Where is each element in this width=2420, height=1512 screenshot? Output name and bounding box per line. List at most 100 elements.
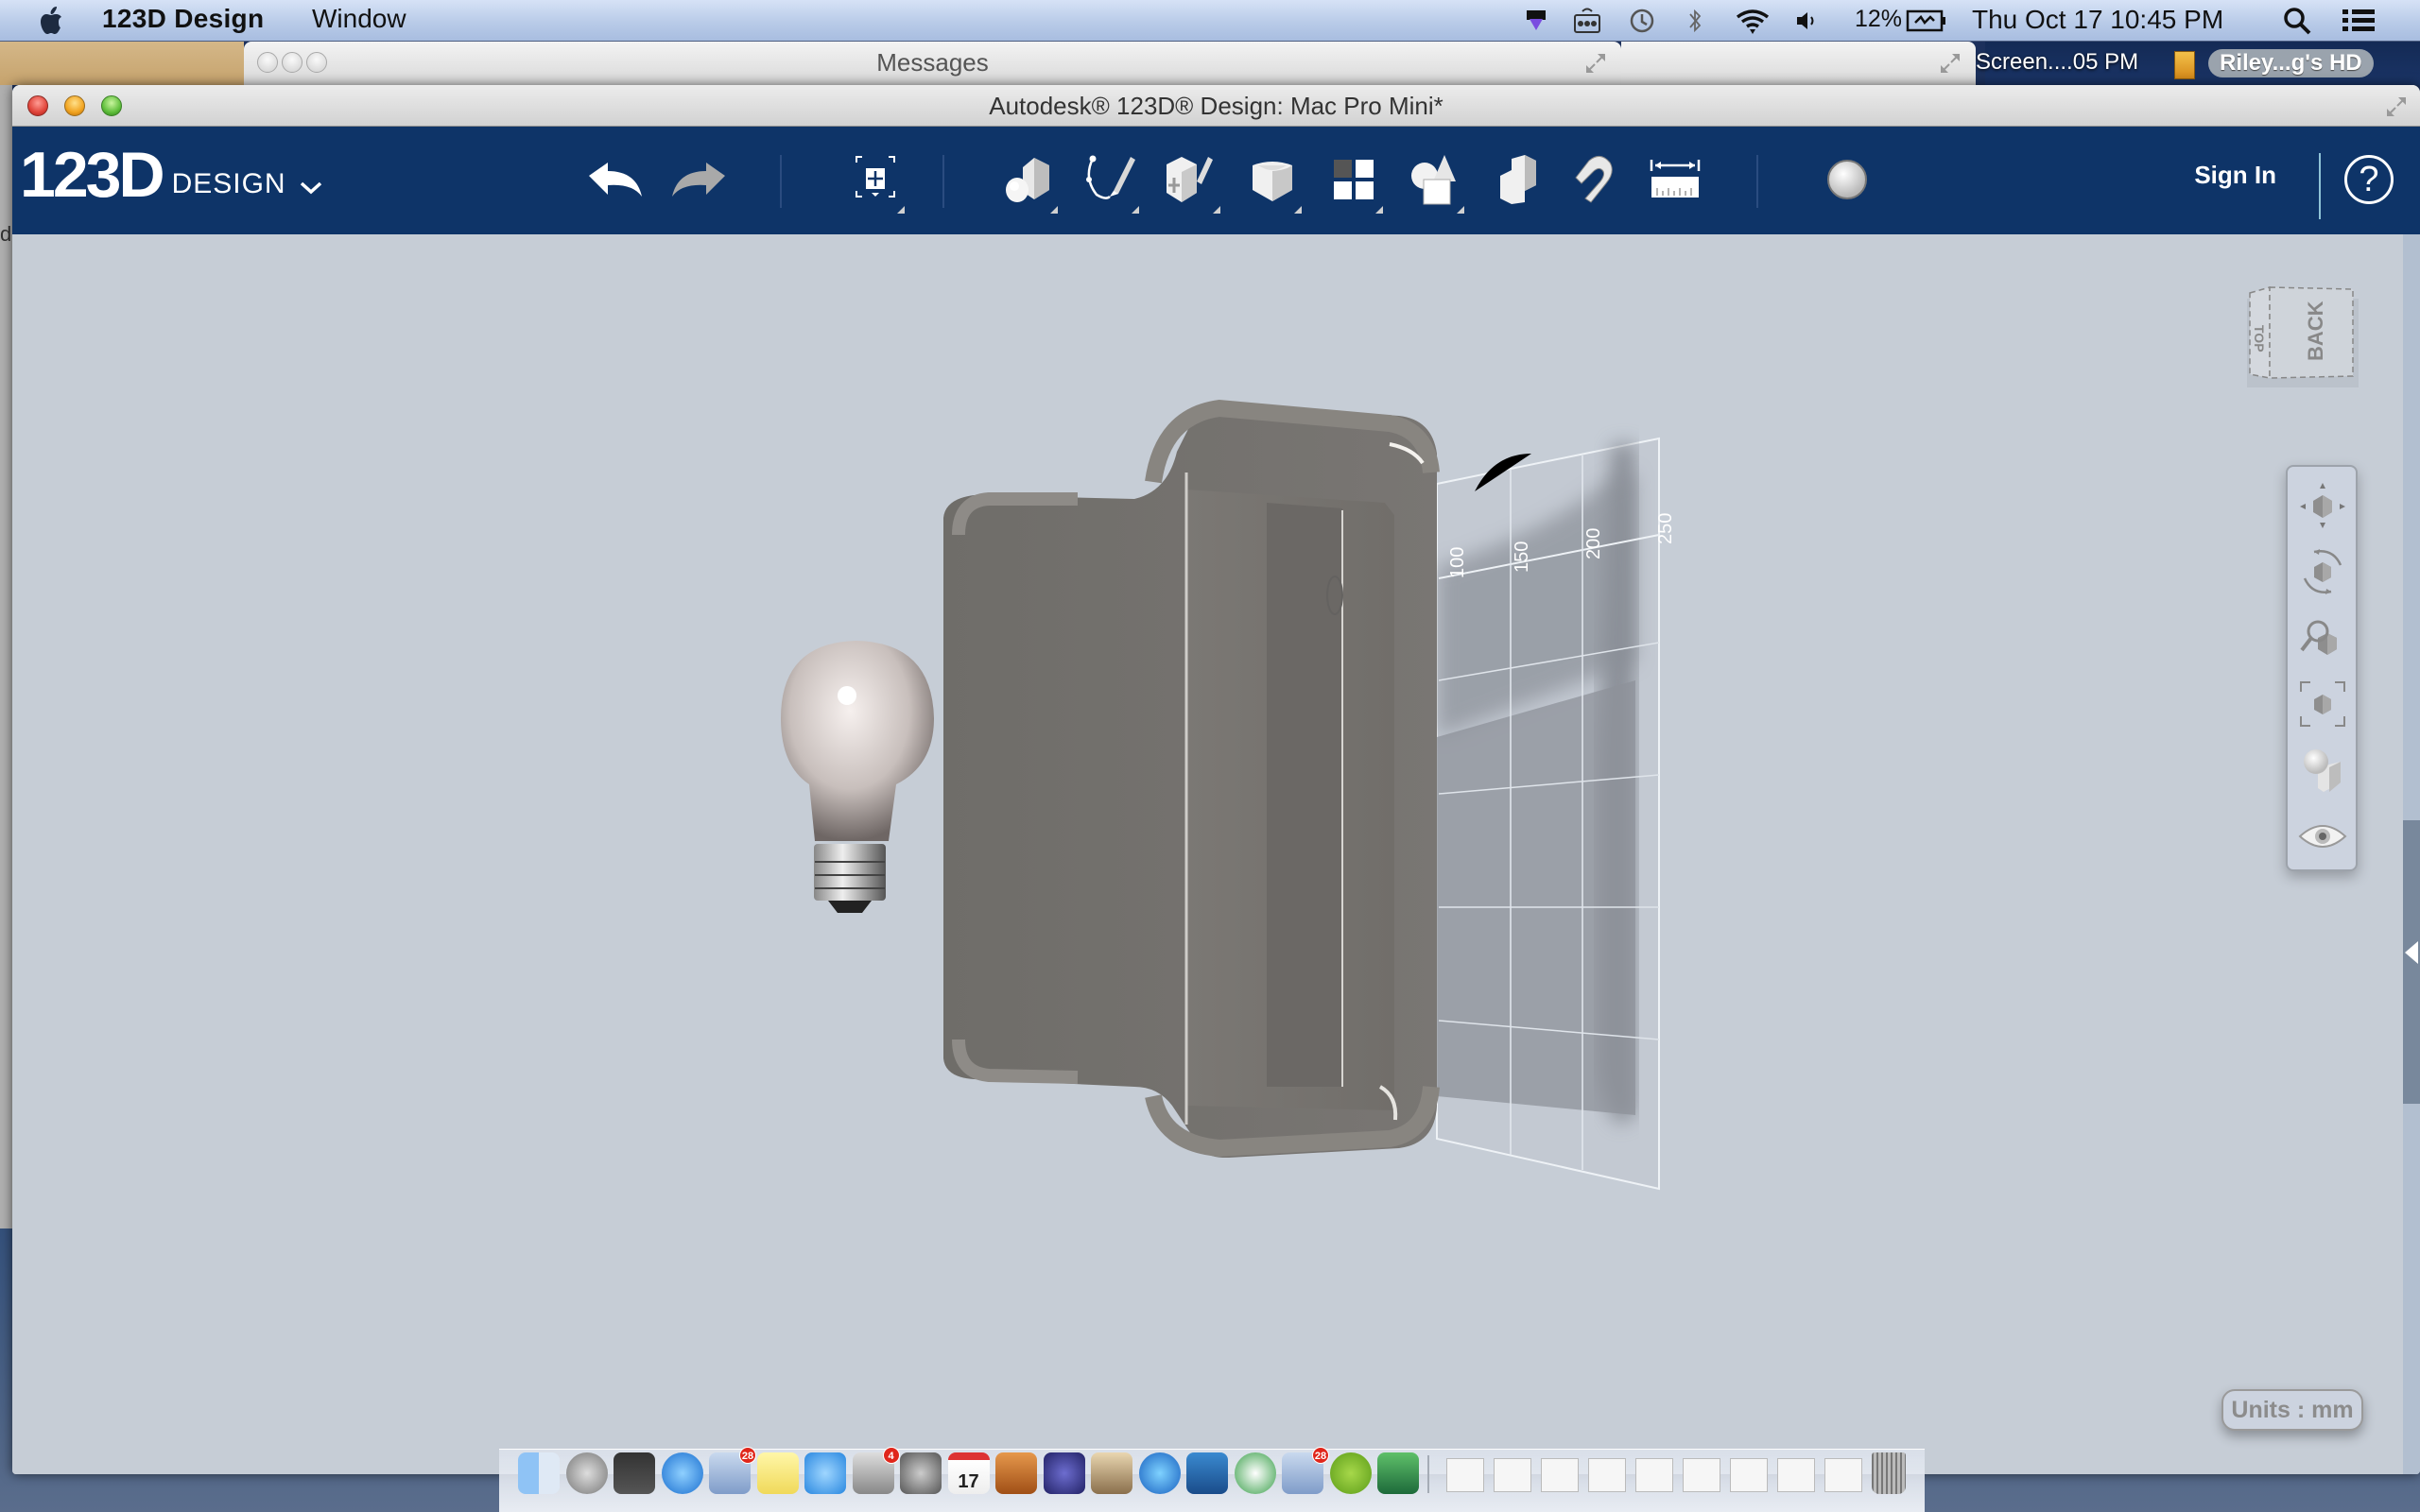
- dock-app-itunes[interactable]: [1138, 1452, 1181, 1494]
- dock-document[interactable]: [1494, 1458, 1531, 1492]
- time-machine-icon[interactable]: [1628, 6, 1656, 36]
- units-indicator[interactable]: Units : mm: [2221, 1389, 2363, 1431]
- network-icon[interactable]: [1569, 6, 1607, 36]
- dock-app-spotify[interactable]: [1329, 1452, 1372, 1494]
- volume-icon[interactable]: [1794, 6, 1819, 36]
- dock-app-preview-pen[interactable]: [1043, 1452, 1085, 1494]
- pan-button[interactable]: [2295, 478, 2350, 533]
- dropdown-indicator: [1132, 206, 1139, 214]
- dock-app-calendar[interactable]: 17: [947, 1452, 990, 1494]
- dock-document[interactable]: [1588, 1458, 1626, 1492]
- dock-app-keynote[interactable]: [995, 1452, 1037, 1494]
- redo-icon: [672, 163, 725, 197]
- construct-button[interactable]: [1158, 142, 1224, 217]
- notification-center-icon[interactable]: [2341, 6, 2377, 36]
- dock-app-facetime[interactable]: 4: [852, 1447, 900, 1494]
- window-titlebar[interactable]: Autodesk® 123D® Design: Mac Pro Mini*: [12, 85, 2420, 127]
- fit-button[interactable]: [2295, 677, 2350, 731]
- dock-document[interactable]: [1635, 1458, 1673, 1492]
- dock-app-stickies[interactable]: [756, 1452, 799, 1494]
- side-panel-toggle[interactable]: [2403, 234, 2420, 1474]
- 3d-viewport[interactable]: [12, 234, 2420, 1474]
- dock-app-mission-control[interactable]: [614, 1452, 655, 1494]
- navigation-bar: [2286, 465, 2358, 871]
- dock-app-finder[interactable]: [518, 1452, 560, 1494]
- viewcube-top-label: TOP: [2252, 325, 2267, 352]
- dock-app-launchpad[interactable]: [565, 1452, 608, 1494]
- dock-app-autodesk-123d[interactable]: [1377, 1452, 1419, 1494]
- viewcube[interactable]: TOP BACK: [2236, 284, 2359, 389]
- transform-icon: [856, 156, 895, 198]
- dock-app-iphoto[interactable]: [1091, 1452, 1132, 1494]
- battery-icon[interactable]: [1906, 6, 1947, 36]
- app-menu[interactable]: 123D Design: [102, 4, 264, 34]
- construct-icon: [1167, 157, 1213, 202]
- grouping-button[interactable]: [1402, 142, 1468, 217]
- undo-button[interactable]: [583, 142, 649, 217]
- dock-document[interactable]: [1683, 1458, 1720, 1492]
- menu-window[interactable]: Window: [312, 4, 406, 34]
- eye-icon: [2298, 825, 2347, 848]
- dock-app-mail-2[interactable]: 28: [1282, 1447, 1329, 1494]
- usb-drive-icon[interactable]: [2174, 51, 2195, 79]
- clock[interactable]: Thu Oct 17 10:45 PM: [1972, 5, 2223, 35]
- bluetooth-icon[interactable]: [1686, 6, 1703, 36]
- pattern-button[interactable]: [1321, 142, 1387, 217]
- dock-document[interactable]: [1824, 1458, 1862, 1492]
- modify-button[interactable]: [1239, 142, 1305, 217]
- dock-app-safari[interactable]: [661, 1452, 703, 1494]
- spotlight-search-icon[interactable]: [2282, 6, 2312, 36]
- messages-window-titlebar[interactable]: Messages: [244, 42, 1621, 87]
- dock-document[interactable]: [1446, 1458, 1484, 1492]
- toolbar-divider: [942, 155, 944, 208]
- dock-app-network-app[interactable]: [1234, 1452, 1276, 1494]
- desktop-background: [0, 42, 244, 85]
- trash-icon[interactable]: [1872, 1452, 1906, 1494]
- transform-button[interactable]: [842, 142, 908, 217]
- fullscreen-icon[interactable]: [2384, 94, 2409, 119]
- pan-icon: [2300, 483, 2345, 528]
- combine-button[interactable]: [1485, 142, 1551, 217]
- visibility-button[interactable]: [2295, 809, 2350, 864]
- fit-icon: [2300, 681, 2345, 727]
- measure-icon: [1650, 160, 1701, 198]
- pattern-icon: [1334, 160, 1374, 199]
- dock-app-numbers[interactable]: [1186, 1452, 1228, 1494]
- toolbar: 123D DESIGN Sign In ?: [12, 127, 2420, 234]
- dock-app-messages[interactable]: [804, 1452, 846, 1494]
- fullscreen-icon[interactable]: [1583, 51, 1608, 76]
- expand-arrow-icon[interactable]: [2405, 941, 2418, 964]
- measure-button[interactable]: [1642, 142, 1708, 217]
- desktop-drive-label[interactable]: Riley...g's HD: [2208, 49, 2374, 77]
- primitives-button[interactable]: [995, 142, 1062, 217]
- help-button[interactable]: ?: [2344, 155, 2394, 204]
- dock-separator: [1427, 1455, 1429, 1493]
- dock-document[interactable]: [1541, 1458, 1579, 1492]
- materials-outlines-button[interactable]: [2295, 743, 2350, 798]
- apple-menu-icon[interactable]: [36, 4, 68, 38]
- sign-in-link[interactable]: Sign In: [2194, 161, 2276, 190]
- dropdown-indicator: [1375, 206, 1383, 214]
- logo-subtext: DESIGN: [171, 168, 286, 199]
- wifi-icon[interactable]: [1734, 6, 1772, 36]
- zoom-button[interactable]: [2295, 610, 2350, 665]
- app-logo-menu[interactable]: 123D DESIGN: [20, 138, 322, 212]
- download-arrow-icon[interactable]: [1524, 6, 1548, 36]
- snap-button[interactable]: [1563, 142, 1629, 217]
- sketch-icon: [1086, 155, 1135, 199]
- dock-app-system-preferences[interactable]: [900, 1452, 942, 1494]
- dock-document[interactable]: [1730, 1458, 1768, 1492]
- orbit-button[interactable]: [2295, 544, 2350, 599]
- background-window-titlebar[interactable]: [1621, 42, 1976, 87]
- dock-app-mail[interactable]: 28: [709, 1447, 756, 1494]
- text-fragment: d: [0, 222, 12, 246]
- fullscreen-icon[interactable]: [1938, 51, 1962, 76]
- dropdown-indicator: [1294, 206, 1302, 214]
- grouping-icon: [1411, 155, 1456, 205]
- redo-button[interactable]: [665, 142, 731, 217]
- desktop-file-label[interactable]: Screen....05 PM: [1976, 49, 2138, 76]
- material-button[interactable]: [1814, 142, 1880, 217]
- sketch-button[interactable]: [1077, 142, 1143, 217]
- notification-badge: 4: [882, 1447, 900, 1464]
- dock-document[interactable]: [1777, 1458, 1815, 1492]
